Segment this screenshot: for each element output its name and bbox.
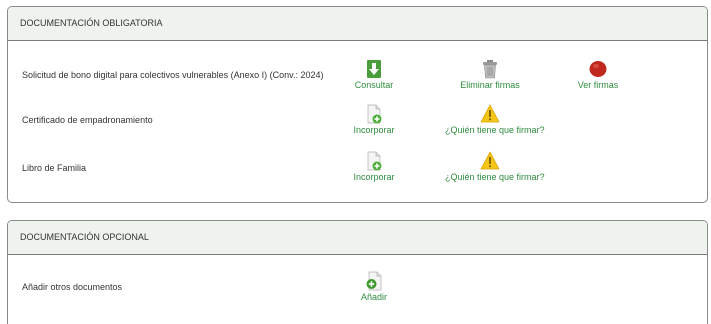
document-label: Libro de Familia bbox=[22, 163, 87, 173]
consultar-button[interactable]: Consultar bbox=[329, 59, 419, 90]
document-row-empadronamiento: Certificado de empadronamiento Incorpora… bbox=[8, 104, 707, 140]
mandatory-documents-title: DOCUMENTACIÓN OBLIGATORIA bbox=[8, 7, 707, 41]
quien-firma-button[interactable]: ¿Quién tiene que firmar? bbox=[445, 151, 545, 182]
seal-icon bbox=[589, 61, 607, 77]
add-document-icon bbox=[367, 151, 382, 171]
incorporar-button[interactable]: Incorporar bbox=[329, 151, 419, 182]
warning-icon bbox=[480, 104, 500, 123]
quien-firma-label: ¿Quién tiene que firmar? bbox=[445, 172, 545, 182]
optional-documents-panel: DOCUMENTACIÓN OPCIONAL Añadir otros docu… bbox=[7, 220, 708, 324]
warning-icon bbox=[480, 151, 500, 170]
optional-documents-title: DOCUMENTACIÓN OPCIONAL bbox=[8, 221, 707, 255]
anadir-label: Añadir bbox=[360, 292, 387, 302]
incorporar-label: Incorporar bbox=[353, 172, 395, 182]
download-arrow-icon bbox=[367, 60, 381, 78]
document-row-solicitud: Solicitud de bono digital para colectivo… bbox=[8, 59, 707, 95]
mandatory-documents-panel: DOCUMENTACIÓN OBLIGATORIA Solicitud de b… bbox=[7, 6, 708, 203]
incorporar-button[interactable]: Incorporar bbox=[329, 104, 419, 135]
incorporar-label: Incorporar bbox=[353, 125, 395, 135]
quien-firma-button[interactable]: ¿Quién tiene que firmar? bbox=[445, 104, 545, 135]
document-label: Solicitud de bono digital para colectivo… bbox=[22, 70, 324, 80]
anadir-button[interactable]: Añadir bbox=[329, 271, 419, 302]
document-label: Certificado de empadronamiento bbox=[22, 115, 153, 125]
quien-firma-label: ¿Quién tiene que firmar? bbox=[445, 125, 545, 135]
eliminar-firmas-button[interactable]: Eliminar firmas bbox=[445, 59, 535, 90]
document-label: Añadir otros documentos bbox=[22, 282, 123, 292]
document-row-libro-familia: Libro de Familia Incorporar ¿Quién tiene… bbox=[8, 151, 707, 187]
add-document-icon bbox=[366, 271, 382, 291]
trash-icon bbox=[483, 60, 497, 79]
ver-firmas-label: Ver firmas bbox=[577, 80, 619, 90]
consultar-label: Consultar bbox=[354, 80, 394, 90]
document-row-otros: Añadir otros documentos Añadir bbox=[8, 271, 707, 307]
ver-firmas-button[interactable]: Ver firmas bbox=[553, 59, 643, 90]
add-document-icon bbox=[367, 104, 382, 124]
eliminar-firmas-label: Eliminar firmas bbox=[460, 80, 520, 90]
